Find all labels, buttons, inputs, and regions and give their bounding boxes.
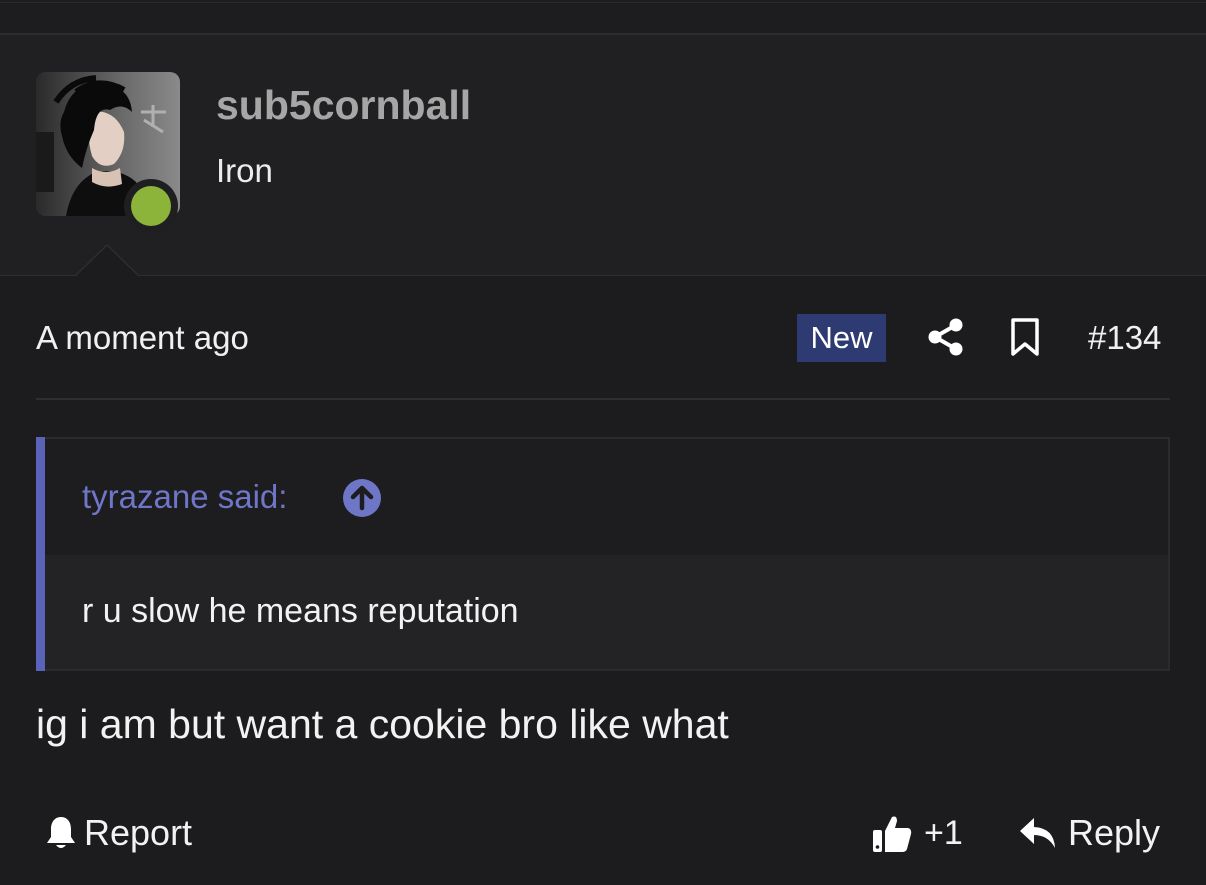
post-message: ig i am but want a cookie bro like what	[36, 701, 729, 747]
thumbs-up-icon	[873, 816, 912, 852]
online-status-indicator	[124, 179, 178, 233]
post-number-link[interactable]: #134	[1088, 319, 1161, 357]
share-icon[interactable]	[926, 317, 966, 357]
new-badge: New	[797, 314, 886, 362]
quote-accent-bar	[36, 437, 45, 671]
post-timestamp[interactable]: A moment ago	[36, 319, 249, 357]
user-info-block	[0, 35, 1206, 276]
like-button[interactable]: +1	[870, 808, 963, 858]
quote-author-link[interactable]: tyrazane said:	[82, 478, 287, 516]
user-block-pointer-fill	[75, 246, 139, 277]
user-title: Iron	[216, 152, 273, 189]
top-strip	[0, 0, 1206, 35]
reply-label: Reply	[1068, 812, 1161, 853]
report-label: Report	[84, 812, 193, 853]
like-count: +1	[924, 813, 963, 852]
quote-text: r u slow he means reputation	[82, 592, 519, 630]
top-hairline	[0, 2, 1206, 3]
post-meta-row: A moment ago New #134	[36, 312, 1170, 366]
meta-divider	[36, 398, 1170, 400]
bell-icon	[47, 817, 75, 848]
username[interactable]: sub5cornball	[216, 82, 471, 129]
bookmark-icon[interactable]	[1008, 317, 1042, 357]
report-button[interactable]: Report	[44, 810, 192, 856]
arrow-up-circle-icon[interactable]	[342, 478, 382, 518]
reply-button[interactable]: Reply	[1018, 808, 1160, 858]
reply-arrow-icon	[1020, 818, 1055, 848]
